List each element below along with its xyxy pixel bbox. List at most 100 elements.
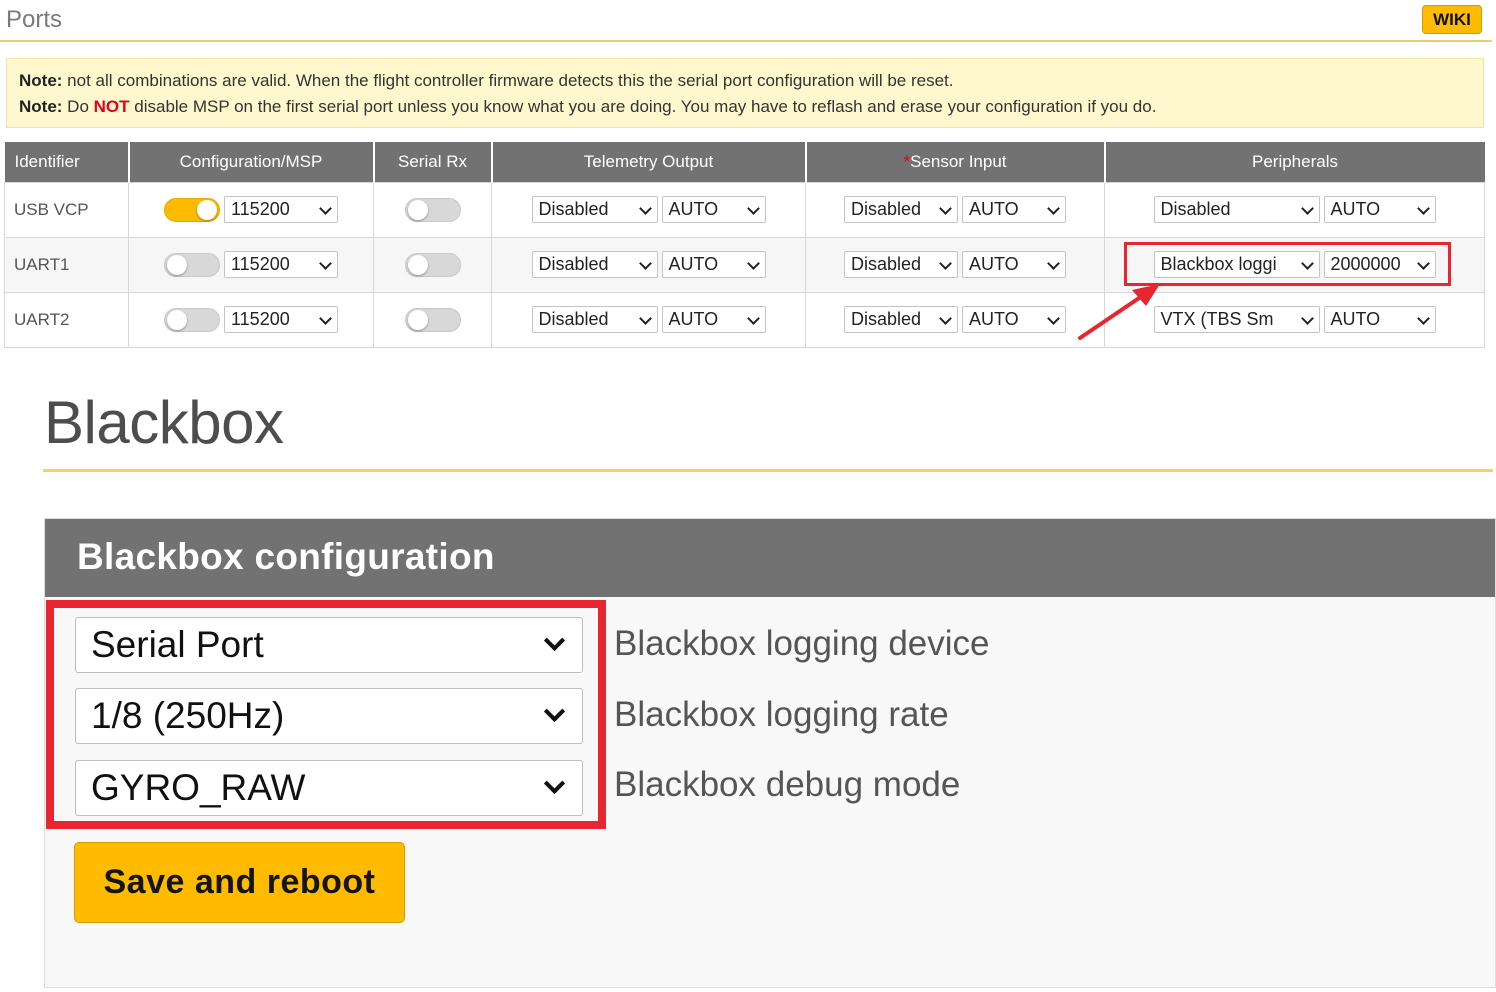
toggle-knob	[407, 199, 428, 220]
note-text: disable MSP on the first serial port unl…	[129, 97, 1157, 116]
toggle-knob	[197, 199, 217, 220]
sensor-baud-select[interactable]: AUTO	[962, 196, 1066, 223]
chevron-wrap	[740, 307, 765, 332]
col-peripherals: Peripherals	[1104, 142, 1485, 182]
select-value: VTX (TBS Sm	[1160, 309, 1274, 329]
select-value: Disabled	[1160, 199, 1231, 219]
chevron-wrap	[313, 252, 337, 277]
blackbox-settings-highlight	[46, 600, 606, 829]
msp-toggle[interactable]	[164, 307, 220, 332]
col-sensor-label: Sensor Input	[910, 151, 1007, 171]
chevron-down-icon	[746, 312, 760, 325]
toggle-knob	[407, 309, 428, 330]
chevron-wrap	[632, 252, 657, 277]
chevron-down-icon	[1300, 202, 1314, 215]
chevron-wrap	[1294, 307, 1319, 332]
select-value: 115200	[231, 254, 290, 274]
chevron-wrap	[1041, 307, 1065, 332]
chevron-wrap	[740, 252, 765, 277]
note-box: Note: not all combinations are valid. Wh…	[6, 58, 1484, 128]
serial-rx-toggle[interactable]	[404, 197, 461, 222]
cell-peripherals: Disabled AUTO	[1104, 181, 1485, 238]
chevron-down-icon	[319, 312, 332, 325]
select-value: AUTO	[1330, 309, 1381, 329]
col-identifier: Identifier	[4, 142, 130, 182]
col-config-msp: Configuration/MSP	[128, 142, 375, 182]
chevron-down-icon	[1416, 312, 1430, 325]
chevron-wrap	[933, 197, 957, 222]
chevron-down-icon	[319, 202, 332, 215]
sensor-baud-select[interactable]: AUTO	[962, 306, 1066, 333]
logging-device-label: Blackbox logging device	[614, 624, 990, 663]
select-value: Disabled	[538, 199, 609, 219]
select-value: 115200	[231, 309, 290, 329]
select-value: AUTO	[1330, 199, 1381, 219]
select-value: AUTO	[668, 309, 719, 329]
cell-serial-rx	[373, 236, 492, 293]
chevron-wrap	[1294, 197, 1319, 222]
save-and-reboot-button[interactable]: Save and reboot	[74, 842, 405, 923]
chevron-down-icon	[746, 202, 760, 215]
select-value: AUTO	[969, 199, 1019, 219]
col-serial-rx: Serial Rx	[373, 142, 493, 182]
telemetry-type-select[interactable]: Disabled	[531, 306, 658, 333]
select-value: 115200	[231, 199, 290, 219]
msp-toggle[interactable]	[164, 197, 220, 222]
serial-rx-toggle[interactable]	[404, 252, 461, 277]
panel-title: Blackbox configuration	[77, 536, 495, 577]
cell-sensor: Disabled AUTO	[805, 236, 1105, 293]
sensor-type-select[interactable]: Disabled	[844, 196, 958, 223]
peripheral-type-select[interactable]: VTX (TBS Sm	[1153, 306, 1320, 333]
note-line-2: Note: Do NOT disable MSP on the first se…	[19, 94, 1471, 120]
select-value: AUTO	[668, 254, 719, 274]
ports-title: Ports	[6, 6, 63, 33]
blackbox-title: Blackbox	[44, 389, 284, 456]
toggle-knob	[407, 254, 428, 275]
telemetry-type-select[interactable]: Disabled	[531, 251, 658, 278]
select-value: Disabled	[851, 199, 922, 219]
sensor-type-select[interactable]: Disabled	[844, 251, 958, 278]
telemetry-baud-select[interactable]: AUTO	[661, 306, 766, 333]
cell-config-msp: 115200	[128, 291, 374, 348]
serial-rx-toggle[interactable]	[404, 307, 461, 332]
note-text: Do	[62, 97, 94, 116]
select-value: Disabled	[538, 309, 609, 329]
chevron-down-icon	[939, 202, 952, 215]
cell-telemetry: Disabled AUTO	[491, 291, 806, 348]
telemetry-baud-select[interactable]: AUTO	[661, 251, 766, 278]
wiki-button[interactable]: WIKI	[1422, 5, 1482, 34]
blackbox-divider	[43, 469, 1493, 472]
msp-toggle[interactable]	[164, 252, 220, 277]
port-identifier: USB VCP	[4, 181, 129, 238]
chevron-down-icon	[638, 202, 652, 215]
sensor-baud-select[interactable]: AUTO	[962, 251, 1066, 278]
chevron-down-icon	[638, 257, 652, 270]
peripheral-baud-select[interactable]: AUTO	[1323, 306, 1436, 333]
chevron-down-icon	[939, 257, 952, 270]
chevron-down-icon	[746, 257, 760, 270]
chevron-down-icon	[319, 257, 332, 270]
peripheral-baud-select[interactable]: AUTO	[1323, 196, 1436, 223]
select-value: Disabled	[538, 254, 609, 274]
peripheral-type-select[interactable]: Disabled	[1153, 196, 1320, 223]
note-label: Note:	[19, 97, 63, 116]
chevron-down-icon	[1300, 312, 1314, 325]
port-row: USB VCP 115200 Disabled AUTO Disabled AUTO Dis…	[4, 181, 1485, 238]
chevron-down-icon	[1047, 312, 1060, 325]
chevron-wrap	[1410, 197, 1435, 222]
select-value: AUTO	[969, 254, 1019, 274]
select-value: Disabled	[851, 254, 922, 274]
chevron-wrap	[933, 307, 957, 332]
chevron-wrap	[313, 307, 337, 332]
port-row: UART2 115200 Disabled AUTO Disabled AUTO VTX (…	[4, 291, 1485, 348]
msp-baud-select[interactable]: 115200	[224, 306, 338, 333]
col-sensor: *Sensor Input	[805, 142, 1106, 182]
note-label: Note:	[19, 71, 63, 90]
msp-baud-select[interactable]: 115200	[224, 196, 338, 223]
telemetry-baud-select[interactable]: AUTO	[661, 196, 766, 223]
telemetry-type-select[interactable]: Disabled	[531, 196, 658, 223]
sensor-type-select[interactable]: Disabled	[844, 306, 958, 333]
cell-config-msp: 115200	[128, 236, 374, 293]
select-value: AUTO	[969, 309, 1019, 329]
msp-baud-select[interactable]: 115200	[224, 251, 338, 278]
